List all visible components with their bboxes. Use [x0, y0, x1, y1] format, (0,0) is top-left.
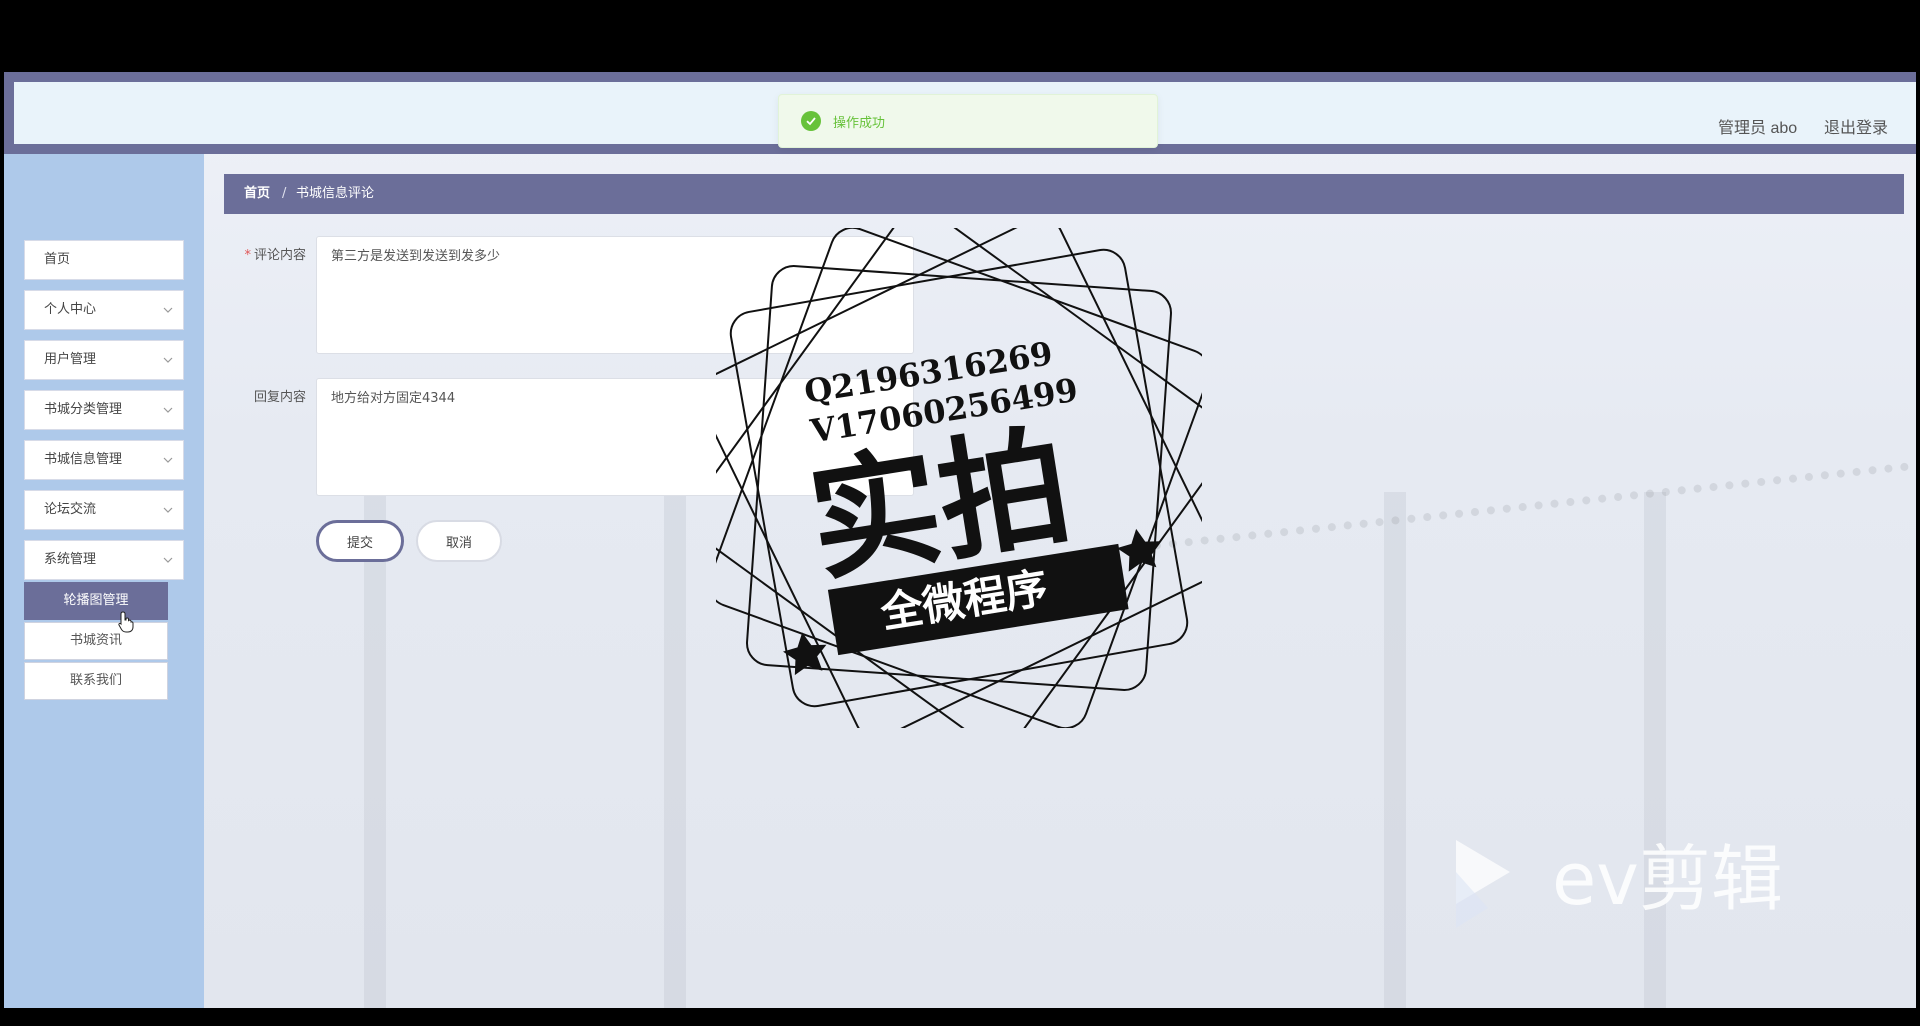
sidebar: 首页 个人中心 用户管理 书城分类管理 书城信息管理 论坛交流 系统管理 轮播图…: [4, 154, 204, 1008]
admin-username: 管理员 abo: [1718, 120, 1798, 137]
sidebar-item-home[interactable]: 首页: [24, 240, 184, 280]
sidebar-item-book-categories[interactable]: 书城分类管理: [24, 390, 184, 430]
chevron-down-icon: [163, 457, 173, 463]
breadcrumb-separator: /: [282, 186, 287, 201]
chevron-down-icon: [163, 507, 173, 513]
check-circle-icon: [801, 111, 821, 131]
toast-message: 操作成功: [833, 116, 886, 131]
submenu-item-contact[interactable]: 联系我们: [24, 662, 168, 700]
comment-label: * 评论内容: [224, 244, 306, 263]
sidebar-item-users[interactable]: 用户管理: [24, 340, 184, 380]
submenu-item-news[interactable]: 书城资讯: [24, 622, 168, 660]
chevron-down-icon: [163, 407, 173, 413]
breadcrumb-home[interactable]: 首页: [244, 174, 270, 214]
sidebar-item-book-info[interactable]: 书城信息管理: [24, 440, 184, 480]
background-decoration: [664, 492, 686, 1008]
sidebar-item-label: 书城信息管理: [44, 452, 123, 467]
hand-pointer-icon: [118, 611, 134, 633]
sidebar-item-label: 系统管理: [44, 552, 97, 567]
ev-watermark-text: ev剪辑: [1552, 837, 1783, 921]
submit-button[interactable]: 提交: [316, 520, 404, 562]
sidebar-item-label: 用户管理: [44, 352, 97, 367]
chevron-down-icon: [163, 357, 173, 363]
chevron-down-icon: [163, 307, 173, 313]
sidebar-item-profile[interactable]: 个人中心: [24, 290, 184, 330]
breadcrumb: 首页 / 书城信息评论: [224, 174, 1904, 214]
required-mark: *: [244, 248, 251, 263]
background-decoration: [1152, 462, 1916, 610]
sidebar-item-system[interactable]: 系统管理: [24, 540, 184, 580]
ev-editor-watermark: ev剪辑: [1456, 837, 1783, 928]
success-toast: 操作成功: [778, 94, 1158, 148]
watermark-stamp: Q2196316269 V17060256499 实拍 全微程序: [716, 228, 1202, 728]
comment-label-text: 评论内容: [253, 248, 306, 263]
cancel-button[interactable]: 取消: [416, 520, 502, 562]
sidebar-item-label: 首页: [44, 252, 71, 267]
chevron-down-icon: [163, 557, 173, 563]
sidebar-item-label: 论坛交流: [44, 502, 97, 517]
submenu-item-carousel[interactable]: 轮播图管理: [24, 582, 168, 620]
background-decoration: [364, 492, 386, 1008]
reply-label-text: 回复内容: [253, 390, 306, 405]
sidebar-item-forum[interactable]: 论坛交流: [24, 490, 184, 530]
reply-label: 回复内容: [224, 386, 306, 405]
breadcrumb-current: 书城信息评论: [296, 186, 375, 201]
sidebar-item-label: 书城分类管理: [44, 402, 123, 417]
sidebar-item-label: 个人中心: [44, 302, 97, 317]
logout-link[interactable]: 退出登录: [1824, 114, 1888, 138]
